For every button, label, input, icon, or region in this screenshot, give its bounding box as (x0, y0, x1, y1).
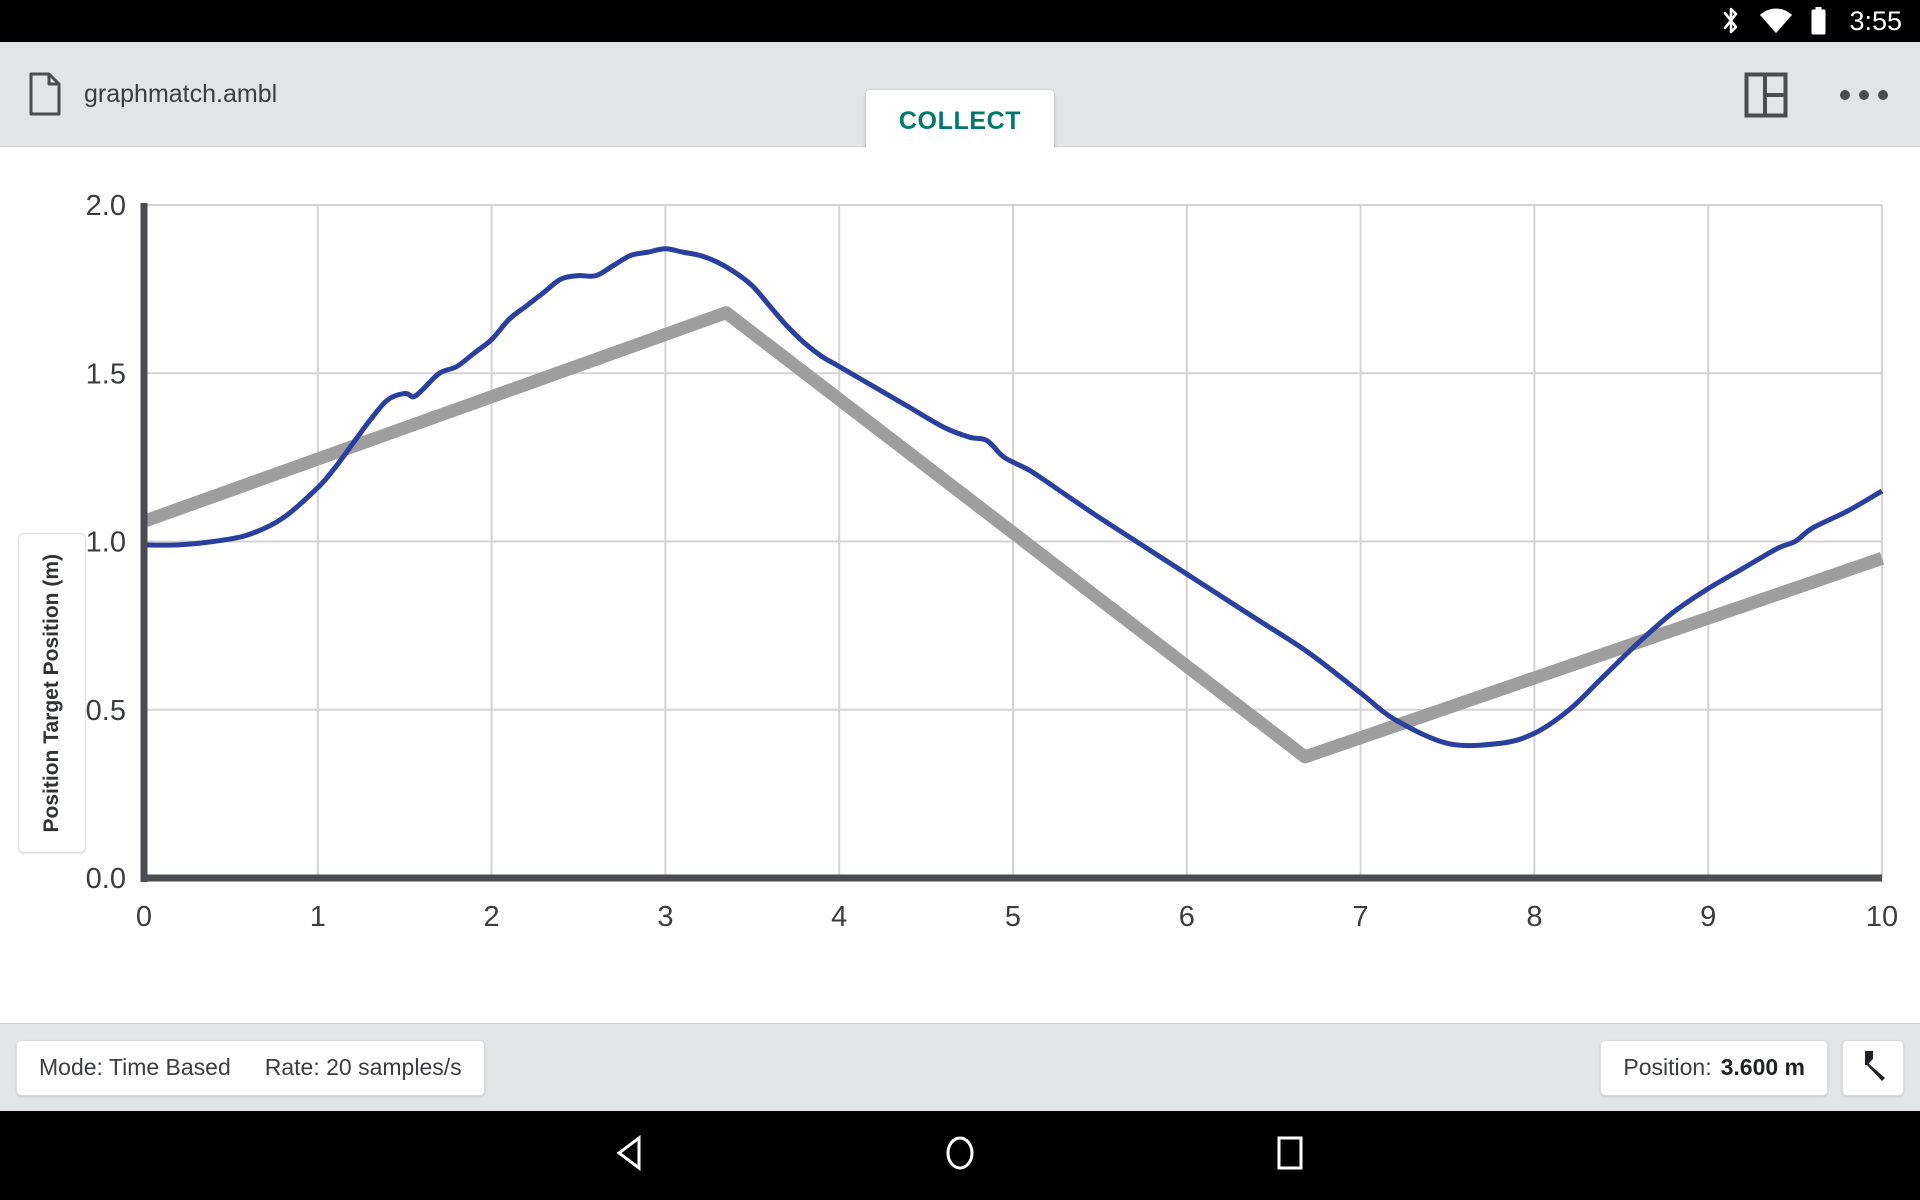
back-icon (613, 1134, 647, 1177)
bluetooth-icon (1720, 6, 1742, 36)
app-bar: graphmatch.ambl COLLECT (0, 42, 1920, 152)
bottom-status-bar: Mode: Time Based Rate: 20 samples/s Posi… (0, 1023, 1920, 1111)
x-tick-label: 1 (310, 901, 326, 933)
x-tick-label: 3 (657, 901, 673, 933)
android-nav-bar (0, 1111, 1920, 1200)
x-tick-label: 7 (1353, 901, 1369, 933)
document-icon (28, 72, 62, 116)
split-panes-icon[interactable] (1744, 72, 1788, 118)
status-bar-clock: 3:55 (1849, 5, 1902, 36)
mode-label: Mode: Time Based (39, 1054, 231, 1080)
back-button[interactable] (530, 1111, 730, 1200)
x-tick-label: 2 (484, 901, 500, 933)
recents-button[interactable] (1190, 1111, 1390, 1200)
collect-button[interactable]: COLLECT (866, 90, 1054, 152)
plot-canvas[interactable]: 0.0 0.5 1.0 1.5 2.0 0 1 2 3 4 5 6 7 8 9 10 (0, 148, 1920, 1023)
battery-icon (1810, 7, 1827, 35)
android-status-bar: 3:55 (0, 0, 1920, 42)
y-tick-label: 1.0 (86, 527, 126, 559)
overflow-dot (1878, 89, 1888, 100)
wifi-icon (1759, 8, 1793, 34)
position-value: 3.600 m (1720, 1054, 1805, 1080)
file-name-label: graphmatch.ambl (84, 79, 278, 108)
sensor-wrench-icon (1855, 1047, 1891, 1088)
y-tick-label: 2.0 (86, 190, 126, 222)
home-button[interactable] (860, 1111, 1060, 1200)
chart-panel[interactable]: Position Target Position (m) 0.0 0.5 1.0 1.… (0, 148, 1920, 1167)
x-tick-label: 6 (1179, 901, 1195, 933)
y-tick-label: 0.0 (86, 863, 126, 895)
more-options-icon[interactable] (1834, 80, 1894, 110)
sensor-settings-button[interactable] (1842, 1039, 1904, 1096)
overflow-dot (1840, 89, 1850, 100)
bottom-right-group: Position: 3.600 m (1600, 1039, 1904, 1096)
rate-label: Rate: 20 samples/s (264, 1054, 462, 1080)
x-tick-label: 9 (1700, 901, 1716, 933)
home-icon (942, 1133, 978, 1178)
y-tick-label: 1.5 (86, 358, 126, 390)
overflow-dot (1859, 89, 1869, 100)
collect-button-wrapper: COLLECT (866, 90, 1054, 152)
x-tick-label: 0 (136, 901, 152, 933)
x-tick-label: 5 (1005, 901, 1021, 933)
position-label: Position: (1623, 1054, 1712, 1080)
file-info[interactable]: graphmatch.ambl (0, 72, 277, 116)
x-tick-label: 4 (831, 901, 847, 933)
status-icon-group: 3:55 (1720, 6, 1902, 36)
app-root: 3:55 graphmatch.ambl COLLECT Position Ta… (0, 0, 1920, 1200)
y-tick-label: 0.5 (86, 695, 126, 727)
app-bar-actions (1744, 42, 1894, 147)
x-tick-label: 10 (1866, 901, 1898, 933)
x-tick-label: 8 (1526, 901, 1542, 933)
mode-rate-chip[interactable]: Mode: Time Based Rate: 20 samples/s (16, 1039, 485, 1096)
recents-icon (1274, 1134, 1306, 1177)
position-readout-chip[interactable]: Position: 3.600 m (1600, 1039, 1828, 1096)
